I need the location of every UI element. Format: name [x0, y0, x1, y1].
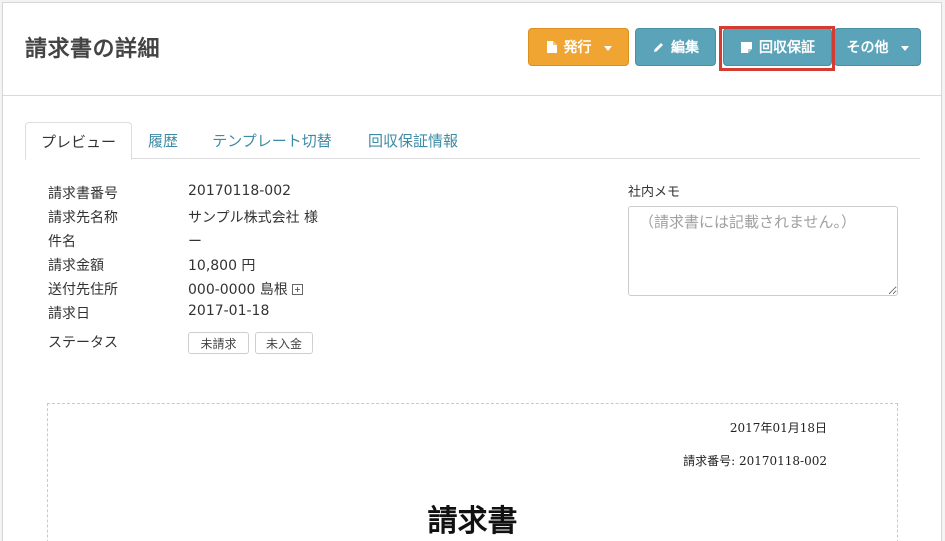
other-dropdown-button[interactable]: その他 — [834, 28, 921, 66]
tab-template-switch[interactable]: テンプレート切替 — [205, 122, 339, 159]
chevron-down-icon — [603, 45, 612, 51]
internal-memo-textarea[interactable] — [628, 206, 898, 296]
document-invoice-number: 請求番号: 20170118-002 — [683, 454, 827, 468]
invoice-detail-window: 請求書の詳細 発行 編集 回収保証 その他 プレビュー 履歴 テンプレート切替 … — [2, 2, 942, 541]
status-badge-unbilled: 未請求 — [188, 332, 249, 354]
collection-guarantee-label: 回収保証 — [759, 40, 815, 56]
document-title: 請求書 — [427, 504, 518, 539]
client-name-label: 請求先名称 — [48, 210, 118, 226]
document-date: 2017年01月18日 — [729, 421, 827, 435]
address-label: 送付先住所 — [48, 282, 118, 298]
amount-value: 10,800 円 — [188, 258, 256, 274]
pencil-icon — [654, 42, 663, 52]
status-badge-unpaid: 未入金 — [255, 332, 313, 354]
document-icon — [546, 41, 557, 53]
tab-preview[interactable]: プレビュー — [25, 122, 132, 160]
address-value-row: 000-0000 島根 — [188, 279, 303, 299]
sticky-note-icon — [741, 41, 752, 53]
edit-button-label: 編集 — [671, 40, 699, 56]
tab-history[interactable]: 履歴 — [141, 122, 185, 159]
invoice-number-label: 請求書番号 — [48, 186, 118, 202]
page-header: 請求書の詳細 発行 編集 回収保証 その他 — [3, 3, 941, 96]
tab-bar: プレビュー 履歴 テンプレート切替 回収保証情報 — [25, 122, 920, 160]
chevron-down-icon — [900, 45, 909, 51]
subject-value: ー — [188, 234, 202, 250]
internal-memo-label: 社内メモ — [628, 185, 681, 200]
tab-collection-guarantee-info[interactable]: 回収保証情報 — [361, 122, 465, 159]
collection-guarantee-button[interactable]: 回収保証 — [723, 28, 832, 66]
address-value: 000-0000 島根 — [188, 282, 288, 298]
invoice-date-label: 請求日 — [48, 306, 90, 322]
issue-button-label: 発行 — [563, 40, 592, 56]
other-button-label: その他 — [846, 40, 889, 56]
invoice-date-value: 2017-01-18 — [188, 303, 270, 319]
page-title: 請求書の詳細 — [25, 37, 161, 62]
issue-dropdown-button[interactable]: 発行 — [528, 28, 629, 66]
edit-button[interactable]: 編集 — [635, 28, 716, 66]
invoice-preview: 2017年01月18日 請求番号: 20170118-002 請求書 — [47, 403, 898, 541]
subject-label: 件名 — [48, 234, 76, 250]
invoice-number-value: 20170118-002 — [188, 183, 292, 199]
amount-label: 請求金額 — [48, 258, 104, 274]
client-name-value: サンプル株式会社 様 — [188, 210, 319, 226]
expand-plus-icon[interactable] — [291, 284, 303, 295]
status-label: ステータス — [48, 335, 118, 351]
